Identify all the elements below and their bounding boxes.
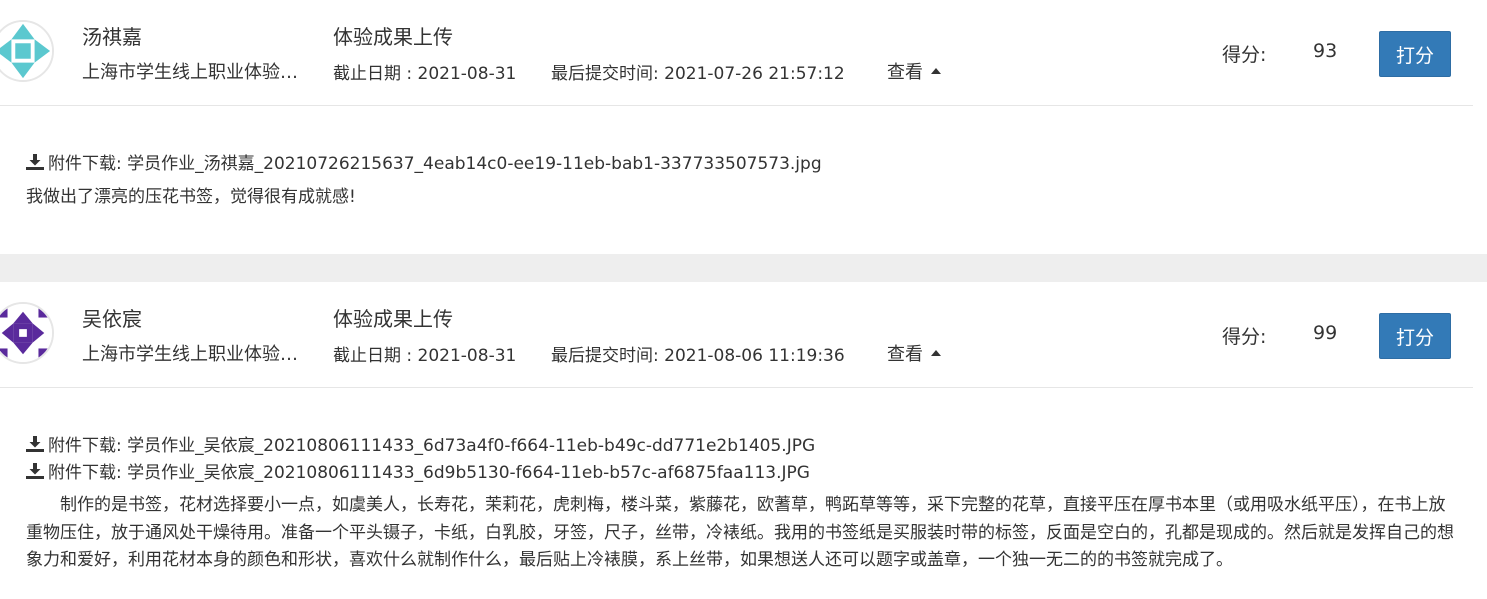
download-icon	[26, 463, 44, 479]
attachment-label: 附件下载: 学员作业_吴依宸_20210806111433_6d9b5130-f…	[48, 463, 810, 483]
student-name: 吴依宸	[82, 307, 142, 331]
avatar	[0, 20, 54, 82]
last-submitted-time: 最后提交时间: 2021-08-06 11:19:36	[551, 346, 845, 366]
download-icon	[26, 436, 44, 452]
score-label: 得分:	[1222, 326, 1267, 348]
grade-button[interactable]: 打分	[1379, 31, 1451, 77]
view-toggle[interactable]: 查看	[887, 58, 941, 84]
divider	[0, 105, 1473, 106]
caret-up-icon	[931, 350, 941, 356]
student-organization: 上海市学生线上职业体验中心	[82, 344, 314, 365]
submission-comment: 制作的是书签，花材选择要小一点，如虞美人，长寿花，茉莉花，虎刺梅，楼斗菜，紫藤花…	[26, 495, 1454, 570]
view-toggle-label: 查看	[887, 62, 923, 83]
grade-button[interactable]: 打分	[1379, 313, 1451, 359]
attachment-label: 附件下载: 学员作业_汤祺嘉_20210726215637_4eab14c0-e…	[48, 154, 822, 174]
submission-comment: 我做出了漂亮的压花书签，觉得很有成就感!	[26, 187, 356, 207]
task-title: 体验成果上传	[333, 25, 453, 49]
attachment-link[interactable]: 附件下载: 学员作业_吴依宸_20210806111433_6d9b5130-f…	[26, 458, 810, 483]
attachment-label: 附件下载: 学员作业_吴依宸_20210806111433_6d73a4f0-f…	[48, 436, 816, 456]
attachment-link[interactable]: 附件下载: 学员作业_吴依宸_20210806111433_6d73a4f0-f…	[26, 431, 815, 456]
card-separator	[0, 254, 1487, 282]
caret-up-icon	[931, 68, 941, 74]
student-organization: 上海市学生线上职业体验中心	[82, 62, 314, 83]
deadline: 截止日期 : 2021-08-31	[333, 346, 517, 366]
deadline: 截止日期 : 2021-08-31	[333, 64, 517, 84]
task-title: 体验成果上传	[333, 307, 453, 331]
submission-card: 汤祺嘉 上海市学生线上职业体验中心 体验成果上传 截止日期 : 2021-08-…	[0, 0, 1487, 254]
divider	[0, 387, 1473, 388]
score-value: 99	[1313, 322, 1338, 344]
attachment-link[interactable]: 附件下载: 学员作业_汤祺嘉_20210726215637_4eab14c0-e…	[26, 149, 822, 174]
avatar	[0, 302, 54, 364]
score-label: 得分:	[1222, 44, 1267, 66]
submission-card: 吴依宸 上海市学生线上职业体验中心 体验成果上传 截止日期 : 2021-08-…	[0, 282, 1487, 599]
avatar-pattern-icon	[0, 304, 52, 362]
last-submitted-time: 最后提交时间: 2021-07-26 21:57:12	[551, 64, 845, 84]
avatar-pattern-icon	[0, 22, 52, 80]
download-icon	[26, 154, 44, 170]
view-toggle-label: 查看	[887, 344, 923, 365]
student-name: 汤祺嘉	[82, 25, 142, 49]
view-toggle[interactable]: 查看	[887, 340, 941, 366]
submission-list: 汤祺嘉 上海市学生线上职业体验中心 体验成果上传 截止日期 : 2021-08-…	[0, 0, 1487, 599]
score-value: 93	[1313, 40, 1338, 62]
